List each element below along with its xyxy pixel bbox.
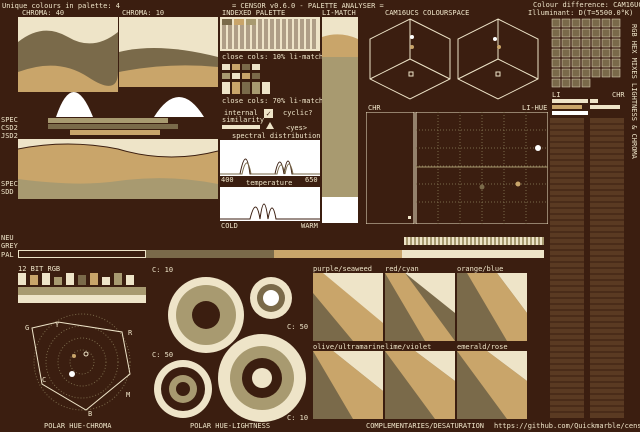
cyclic-checkbox[interactable]: ✓ [264, 109, 273, 118]
purple-seaweed-label: purple/seaweed [313, 265, 373, 273]
temperature-label: temperature [246, 179, 293, 187]
stepped-bar-1 [48, 118, 168, 123]
spec-label: SPEC [1, 116, 18, 124]
sdd-label: SDD [1, 188, 14, 196]
complementaries-label: COMPLEMENTARIES/DESATURATION [366, 422, 485, 430]
chr-bar-1 [590, 99, 598, 103]
cam16ucs-label: CAM16UCS COLOURSPACE [385, 9, 470, 17]
csd2-label: CSD2 [1, 124, 18, 132]
li-bar-3 [552, 111, 588, 115]
c50-label-a: C: 50 [287, 323, 309, 331]
pal-label: PAL [1, 251, 14, 259]
c10-label-b: C: 10 [287, 414, 309, 422]
stepped-bar-3 [70, 130, 160, 135]
github-link[interactable]: https://github.com/Quickmarble/censor [494, 422, 640, 430]
lightness-chroma-columns [550, 118, 626, 418]
rgb-hex-mix-grid [550, 17, 626, 89]
indexed-palette-label: INDEXED PALETTE [222, 9, 286, 17]
cyclic-label: cyclic? [283, 109, 313, 117]
internal-similarity-label-2: similarity [222, 116, 265, 124]
grey-label: GREY [1, 242, 18, 250]
li-match-plot [322, 17, 358, 223]
illuminant-label: Illuminant: D(T=5500.0°K) [528, 9, 634, 17]
li-match-label: LI-MATCH [322, 9, 356, 17]
donut-c50-medium [154, 360, 212, 418]
complementaries-swatches [313, 273, 527, 419]
li-column-label: LI [552, 91, 561, 99]
neutral-grey-strip [18, 237, 544, 245]
cyclic-value: <yes> [286, 124, 308, 132]
spectrum-mix-plot [18, 139, 218, 199]
side-vertical-text: RGB HEX MIXES LIGHTNESS & CHROMA [630, 24, 638, 159]
colour-difference-label: Colour difference: CAM16UCS [533, 1, 640, 9]
chr-label: CHR [368, 104, 381, 112]
palette-strip [18, 250, 544, 258]
jsd2-label: JSD2 [1, 132, 18, 140]
neu-label: NEU [1, 234, 14, 242]
spec2-label: SPEC [1, 180, 18, 188]
li-bar-2 [552, 105, 582, 109]
indexed-palette-grid [220, 17, 320, 51]
internal-similarity-bar [222, 125, 260, 129]
chroma-40-wave-plot [18, 17, 118, 117]
close-cols-70-grid [220, 80, 320, 96]
li-hue-plot [366, 112, 548, 224]
spectral-nm-low: 400 [221, 176, 234, 184]
c10-label-a: C: 10 [152, 266, 174, 274]
donut-c50-small [250, 277, 292, 319]
polar-hue-chroma-label: POLAR HUE-CHROMA [44, 422, 112, 430]
polar-hue-lightness-label: POLAR HUE-LIGHTNESS [190, 422, 271, 430]
close-cols-10-label: close cols: 10% li-match [222, 53, 324, 61]
side-vertical-label: RGB HEX MIXES LIGHTNESS & CHROMA [628, 24, 638, 404]
hue-c-label: C [42, 376, 47, 384]
close-cols-70-label: close cols: 70% li-match [222, 97, 324, 105]
donut-c10-xlarge [218, 334, 306, 422]
hue-y-label: Y [55, 321, 60, 329]
spectral-distribution-label: spectral distribution [232, 132, 321, 140]
hue-b-label: B [88, 410, 93, 418]
12-bit-rgb-strip [18, 273, 146, 303]
spectral-nm-high: 650 [305, 176, 318, 184]
12-bit-rgb-label: 12 BIT RGB [18, 265, 61, 273]
chr-bar-2 [590, 105, 620, 109]
chroma-10-wave-plot [119, 17, 218, 117]
temperature-cold: COLD [221, 222, 238, 230]
chroma-10-label: CHROMA: 10 [122, 9, 165, 17]
chroma-40-label: CHROMA: 40 [22, 9, 65, 17]
spectral-distribution-plot [220, 140, 320, 176]
triangle-icon [266, 122, 274, 129]
stepped-bar-2 [48, 124, 178, 129]
orange-blue-label: orange/blue [457, 265, 504, 273]
li-bar-1 [552, 99, 588, 103]
hue-m-label: M [126, 391, 131, 399]
red-cyan-label: red/cyan [385, 265, 419, 273]
chr-column-label: CHR [612, 91, 625, 99]
hue-g-label: G [25, 324, 30, 332]
temperature-warm: WARM [301, 222, 318, 230]
li-hue-label: LI-HUE [522, 104, 548, 112]
temperature-plot [220, 187, 320, 221]
cam16ucs-colourspace-plot [369, 18, 539, 100]
hue-r-label: R [128, 329, 133, 337]
polar-hue-chroma-plot [31, 313, 131, 411]
